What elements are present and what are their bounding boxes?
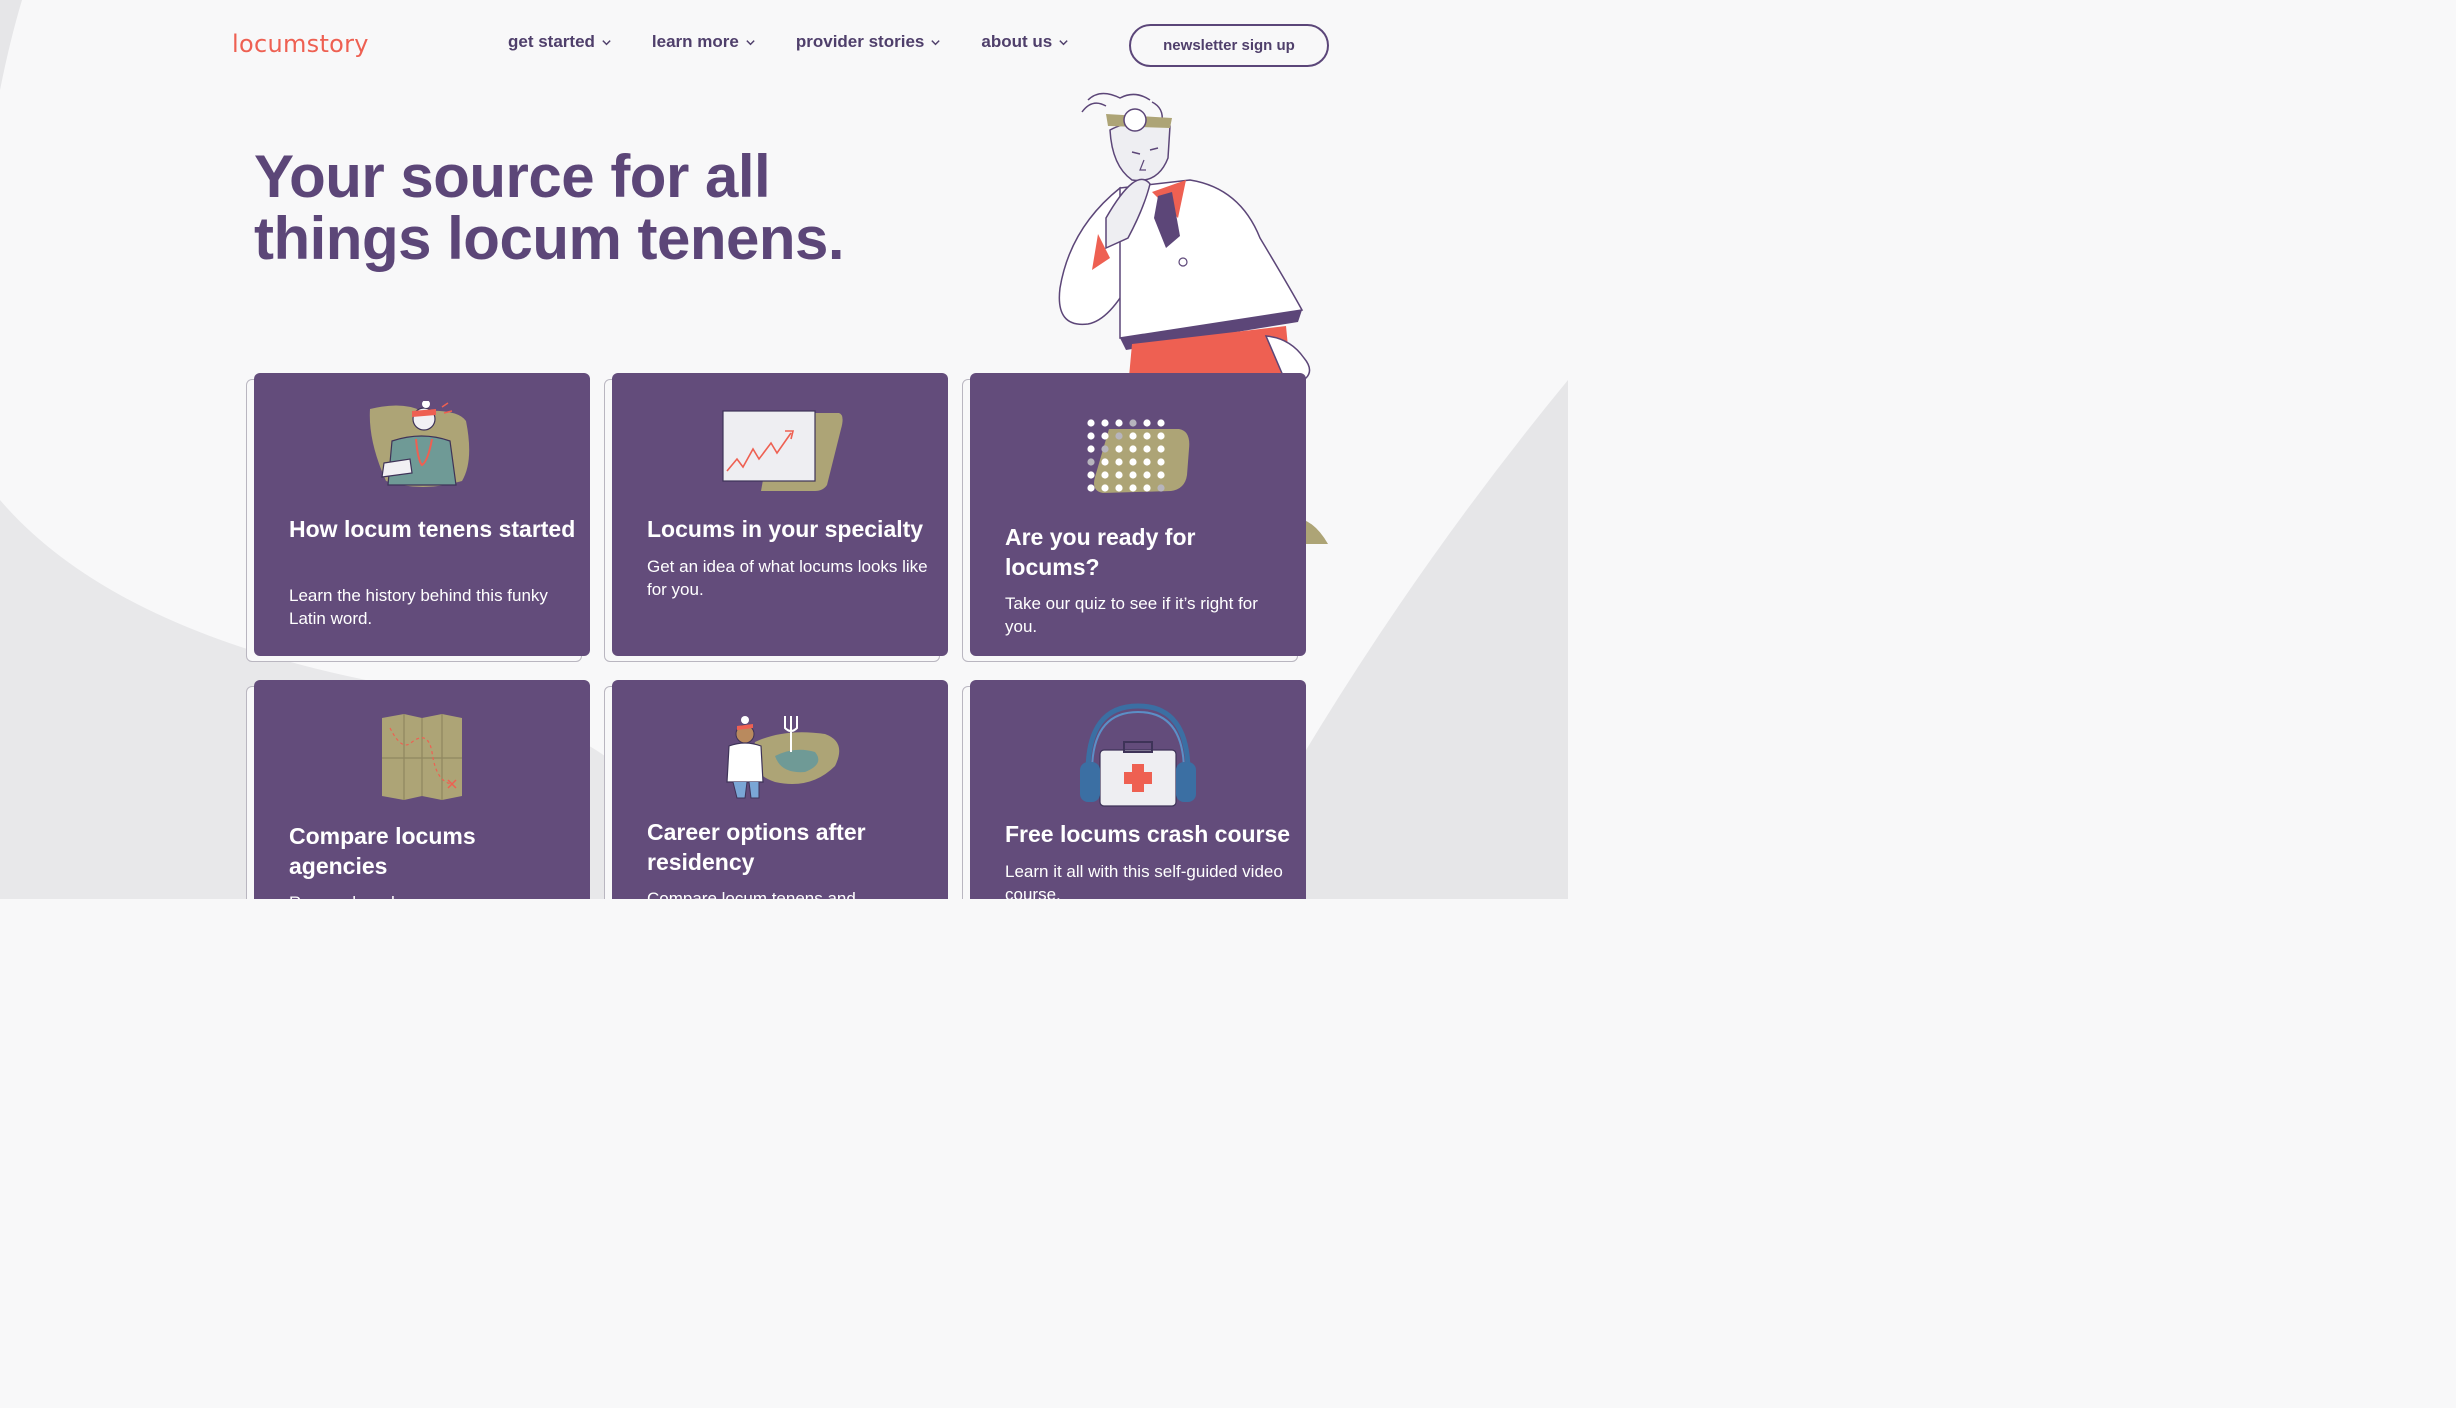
newsletter-signup-button[interactable]: newsletter sign up (1129, 24, 1329, 67)
map-icon (382, 714, 462, 800)
nav-label: about us (981, 32, 1053, 51)
card-body[interactable]: Career options after residency Compare l… (612, 680, 948, 899)
card-illustration (612, 712, 948, 812)
chevron-down-icon (1059, 39, 1068, 45)
card-compare-locums-agencies[interactable]: Compare locums agencies Research and com… (246, 680, 590, 899)
card-description: Learn the history behind this funky Lati… (289, 586, 548, 628)
nav-learn-more[interactable]: learn more (652, 32, 756, 52)
card-locums-in-your-specialty[interactable]: Locums in your specialty Get an idea of … (604, 373, 948, 662)
nav-provider-stories[interactable]: provider stories (796, 32, 942, 52)
card-illustration (970, 702, 1306, 807)
chevron-down-icon (931, 39, 941, 45)
growth-chart-icon (722, 410, 843, 491)
card-description: Take our quiz to see if it’s right for y… (1005, 594, 1258, 636)
card-career-options-after-residency[interactable]: Career options after residency Compare l… (604, 680, 948, 899)
hero-title: Your source for all things locum tenens. (254, 143, 845, 272)
card-how-locum-tenens-started[interactable]: How locum tenens started Learn the histo… (246, 373, 590, 662)
doctor-at-crossroads-icon (726, 716, 840, 799)
nav-about-us[interactable]: about us (981, 32, 1069, 52)
chevron-down-icon (602, 39, 611, 45)
chevron-down-icon (746, 39, 755, 45)
page: locumstory get started learn more provid… (0, 0, 1568, 899)
nav-label: get started (508, 32, 595, 51)
card-title: Career options after residency (647, 819, 866, 875)
doctor-with-stethoscope-icon (369, 401, 470, 487)
site-logo[interactable]: locumstory (232, 30, 369, 58)
headphones-first-aid-kit-icon (1080, 703, 1196, 807)
card-body[interactable]: Are you ready for locums? Take our quiz … (970, 373, 1306, 656)
card-are-you-ready-for-locums[interactable]: Are you ready for locums? Take our quiz … (962, 373, 1306, 662)
card-illustration (970, 417, 1306, 517)
card-description: Get an idea of what locums looks like fo… (647, 557, 928, 599)
card-illustration (254, 712, 590, 812)
thinking-doctor-illustration (1058, 92, 1311, 388)
card-title: Are you ready for locums? (1005, 524, 1196, 580)
card-body[interactable]: Locums in your specialty Get an idea of … (612, 373, 948, 656)
nav-get-started[interactable]: get started (508, 32, 612, 52)
card-description: Research and compare (289, 891, 574, 899)
card-description: Compare locum tenens and (647, 889, 856, 899)
dot-grid-icon (1087, 419, 1190, 493)
card-title: Free locums crash course (1005, 821, 1291, 847)
nav-label: learn more (651, 32, 739, 51)
card-title: How locum tenens started (289, 516, 576, 542)
card-body[interactable]: Free locums crash course Learn it all wi… (970, 680, 1306, 899)
card-title: Compare locums agencies (289, 823, 476, 879)
card-free-locums-crash-course[interactable]: Free locums crash course Learn it all wi… (962, 680, 1306, 899)
card-body[interactable]: How locum tenens started Learn the histo… (254, 373, 590, 656)
card-body[interactable]: Compare locums agencies Research and com… (254, 680, 590, 899)
card-title: Locums in your specialty (647, 516, 924, 542)
card-illustration (612, 409, 948, 509)
card-illustration (254, 401, 590, 501)
nav-label: provider stories (795, 32, 925, 51)
main-nav: get started learn more provider stories … (508, 32, 1109, 52)
card-description: Learn it all with this self-guided video… (1005, 862, 1283, 899)
